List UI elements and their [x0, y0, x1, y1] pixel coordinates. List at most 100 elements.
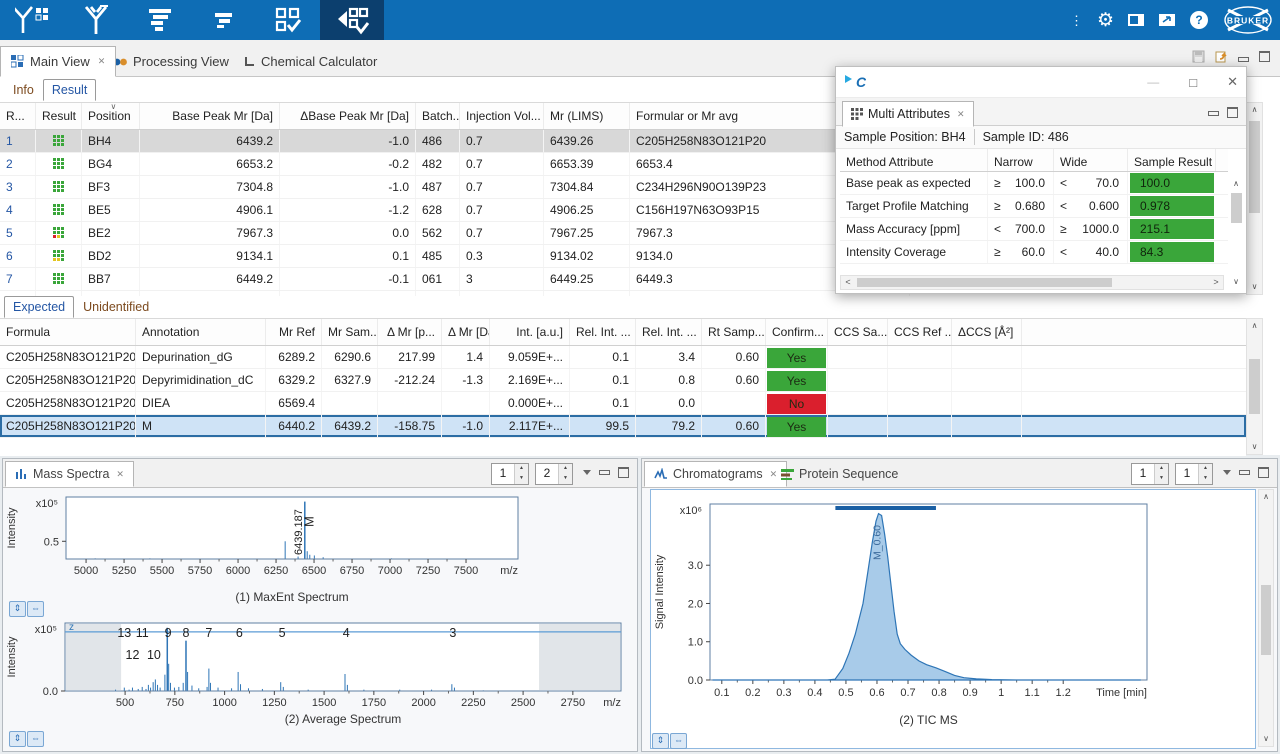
window-close-icon[interactable]: ✕	[1227, 74, 1238, 90]
column-header[interactable]: Injection Vol...	[460, 103, 544, 129]
share-icon[interactable]	[1158, 13, 1176, 27]
column-header[interactable]: Rt Samp...	[702, 319, 766, 345]
column-header[interactable]: Base Peak Mr [Da]	[140, 103, 280, 129]
close-icon[interactable]: ✕	[957, 109, 965, 120]
maxent-spectrum-chart[interactable]: 5000525055005750600062506500675070007250…	[3, 489, 639, 617]
close-icon[interactable]: ✕	[98, 56, 106, 67]
panel-icon[interactable]	[1127, 13, 1145, 27]
view-maximize-icon[interactable]	[618, 467, 629, 478]
view-menu-icon[interactable]	[1223, 470, 1231, 475]
column-header[interactable]: Mr Ref	[266, 319, 322, 345]
overflow-dots-icon[interactable]: ⋮	[1070, 14, 1084, 27]
scroll-down-arrow[interactable]: ∨	[1247, 280, 1262, 294]
tab-multi-attributes[interactable]: Multi Attributes ✕	[842, 101, 974, 127]
column-header[interactable]: CCS Sa...	[828, 319, 888, 345]
scroll-thumb[interactable]	[1261, 585, 1271, 655]
spinner-down-icon[interactable]: ▼	[1155, 474, 1168, 484]
window-minimize-icon[interactable]: —	[1147, 75, 1159, 89]
spinner-up-icon[interactable]: ▲	[1199, 464, 1212, 474]
scroll-thumb[interactable]	[1231, 193, 1242, 223]
column-header[interactable]: Sample Result	[1128, 149, 1216, 171]
help-icon[interactable]: ?	[1189, 10, 1209, 30]
spectrum-col-spinner[interactable]: 2▲▼	[535, 463, 573, 485]
table-row[interactable]: C205H258N83O121P20M6440.26439.2-158.75-1…	[0, 415, 1246, 438]
column-header[interactable]: Result	[36, 103, 82, 129]
table-row[interactable]: C205H258N83O121P20DIEA6569.40.000E+...0.…	[0, 392, 1246, 415]
tab-processing-view[interactable]: Processing View	[103, 47, 239, 76]
attribute-row[interactable]: Base peak as expected≥100.0<70.0100.0	[840, 172, 1228, 195]
tab-mass-spectra[interactable]: Mass Spectra ✕	[5, 461, 134, 487]
antibody-grid-icon-button[interactable]	[0, 0, 64, 40]
tab-main-view[interactable]: Main View ✕	[0, 46, 116, 77]
spinner-up-icon[interactable]: ▲	[515, 464, 528, 474]
view-maximize-icon[interactable]	[1258, 467, 1269, 478]
spinner-up-icon[interactable]: ▲	[559, 464, 572, 474]
column-header[interactable]: Position∨	[82, 103, 140, 129]
scroll-up-arrow[interactable]: ∧	[1259, 490, 1273, 504]
column-header[interactable]: Mr (LIMS)	[544, 103, 630, 129]
column-header[interactable]: ΔCCS [Å²]	[952, 319, 1022, 345]
close-icon[interactable]: ✕	[116, 469, 124, 480]
scroll-right-arrow[interactable]: >	[1209, 276, 1223, 289]
column-header[interactable]: Mr Sam...	[322, 319, 378, 345]
results-table-scrollbar[interactable]: ∧ ∨	[1246, 102, 1263, 295]
column-header[interactable]: Annotation	[136, 319, 266, 345]
column-header[interactable]: Int. [a.u.]	[490, 319, 570, 345]
tab-protein-sequence[interactable]: Protein Sequence	[772, 461, 907, 487]
antibody-icon-button[interactable]	[64, 0, 128, 40]
scroll-down-arrow[interactable]: ∨	[1247, 440, 1262, 454]
table-row[interactable]: C205H258N83O121P20Depyrimidination_dC632…	[0, 369, 1246, 392]
table-row[interactable]: C205H258N83O121P20Depurination_dG6289.26…	[0, 346, 1246, 369]
maximize-icon[interactable]	[1259, 51, 1270, 62]
column-header[interactable]: CCS Ref ...	[888, 319, 952, 345]
window-title-bar[interactable]: C — □ ✕	[836, 67, 1246, 98]
attribute-row[interactable]: Target Profile Matching≥0.680<0.6000.978	[840, 195, 1228, 218]
chromatogram-row-spinner[interactable]: 1▲▼	[1131, 463, 1169, 485]
scroll-thumb[interactable]	[857, 278, 1112, 287]
tab-unidentified[interactable]: Unidentified	[74, 296, 158, 318]
zoom-horizontal-button[interactable]: ⇔	[27, 731, 44, 747]
scroll-down-arrow[interactable]: ∨	[1228, 275, 1244, 289]
chromatogram-col-spinner[interactable]: 1▲▼	[1175, 463, 1213, 485]
zoom-vertical-button[interactable]: ⇕	[9, 601, 26, 617]
column-header[interactable]: R...	[0, 103, 36, 129]
tab-info[interactable]: Info	[4, 79, 43, 101]
view-menu-icon[interactable]	[583, 470, 591, 475]
column-header[interactable]: Method Attribute	[840, 149, 988, 171]
column-header[interactable]: Batch...	[416, 103, 460, 129]
scroll-up-arrow[interactable]: ∧	[1228, 177, 1244, 191]
attributes-hscroll[interactable]: < >	[840, 275, 1224, 290]
tab-chromatograms[interactable]: Chromatograms ✕	[644, 461, 787, 487]
stacked-bars-small-button[interactable]	[192, 0, 256, 40]
column-header[interactable]: Narrow	[988, 149, 1054, 171]
stacked-bars-large-button[interactable]	[128, 0, 192, 40]
grid-arrow-check-button[interactable]	[320, 0, 384, 40]
expected-table-scrollbar[interactable]: ∧ ∨	[1246, 318, 1263, 455]
attributes-vscroll[interactable]: ∧ ∨	[1228, 177, 1244, 289]
column-header[interactable]: ΔBase Peak Mr [Da]	[280, 103, 416, 129]
export-icon[interactable]	[1215, 50, 1228, 63]
grid-check-button[interactable]	[256, 0, 320, 40]
tab-chemical-calculator[interactable]: Chemical Calculator	[233, 47, 387, 76]
minimize-icon[interactable]	[1238, 57, 1249, 62]
column-header[interactable]: Wide	[1054, 149, 1128, 171]
view-minimize-icon[interactable]	[599, 470, 610, 475]
tab-expected[interactable]: Expected	[4, 296, 74, 318]
tab-result[interactable]: Result	[43, 79, 96, 101]
scroll-down-arrow[interactable]: ∨	[1259, 732, 1273, 746]
view-minimize-icon[interactable]	[1208, 111, 1219, 116]
tic-chromatogram-chart[interactable]: 0.10.20.30.40.50.60.70.80.911.11.2Time […	[651, 490, 1253, 746]
scroll-thumb[interactable]	[1249, 121, 1260, 213]
scroll-thumb[interactable]	[1249, 359, 1260, 414]
view-maximize-icon[interactable]	[1227, 107, 1238, 118]
column-header[interactable]: Rel. Int. ...	[570, 319, 636, 345]
attribute-row[interactable]: Mass Accuracy [ppm]<700.0≥1000.0215.1	[840, 218, 1228, 241]
spinner-down-icon[interactable]: ▼	[515, 474, 528, 484]
attribute-row[interactable]: Intensity Coverage≥60.0<40.084.3	[840, 241, 1228, 264]
column-header[interactable]: Δ Mr [Da]	[442, 319, 490, 345]
spinner-up-icon[interactable]: ▲	[1155, 464, 1168, 474]
column-header[interactable]: Confirm...	[766, 319, 828, 345]
save-icon[interactable]	[1192, 50, 1205, 63]
average-spectrum-chart[interactable]: 50075010001250150017502000225025002750m/…	[3, 617, 639, 747]
column-header[interactable]: Formula	[0, 319, 136, 345]
